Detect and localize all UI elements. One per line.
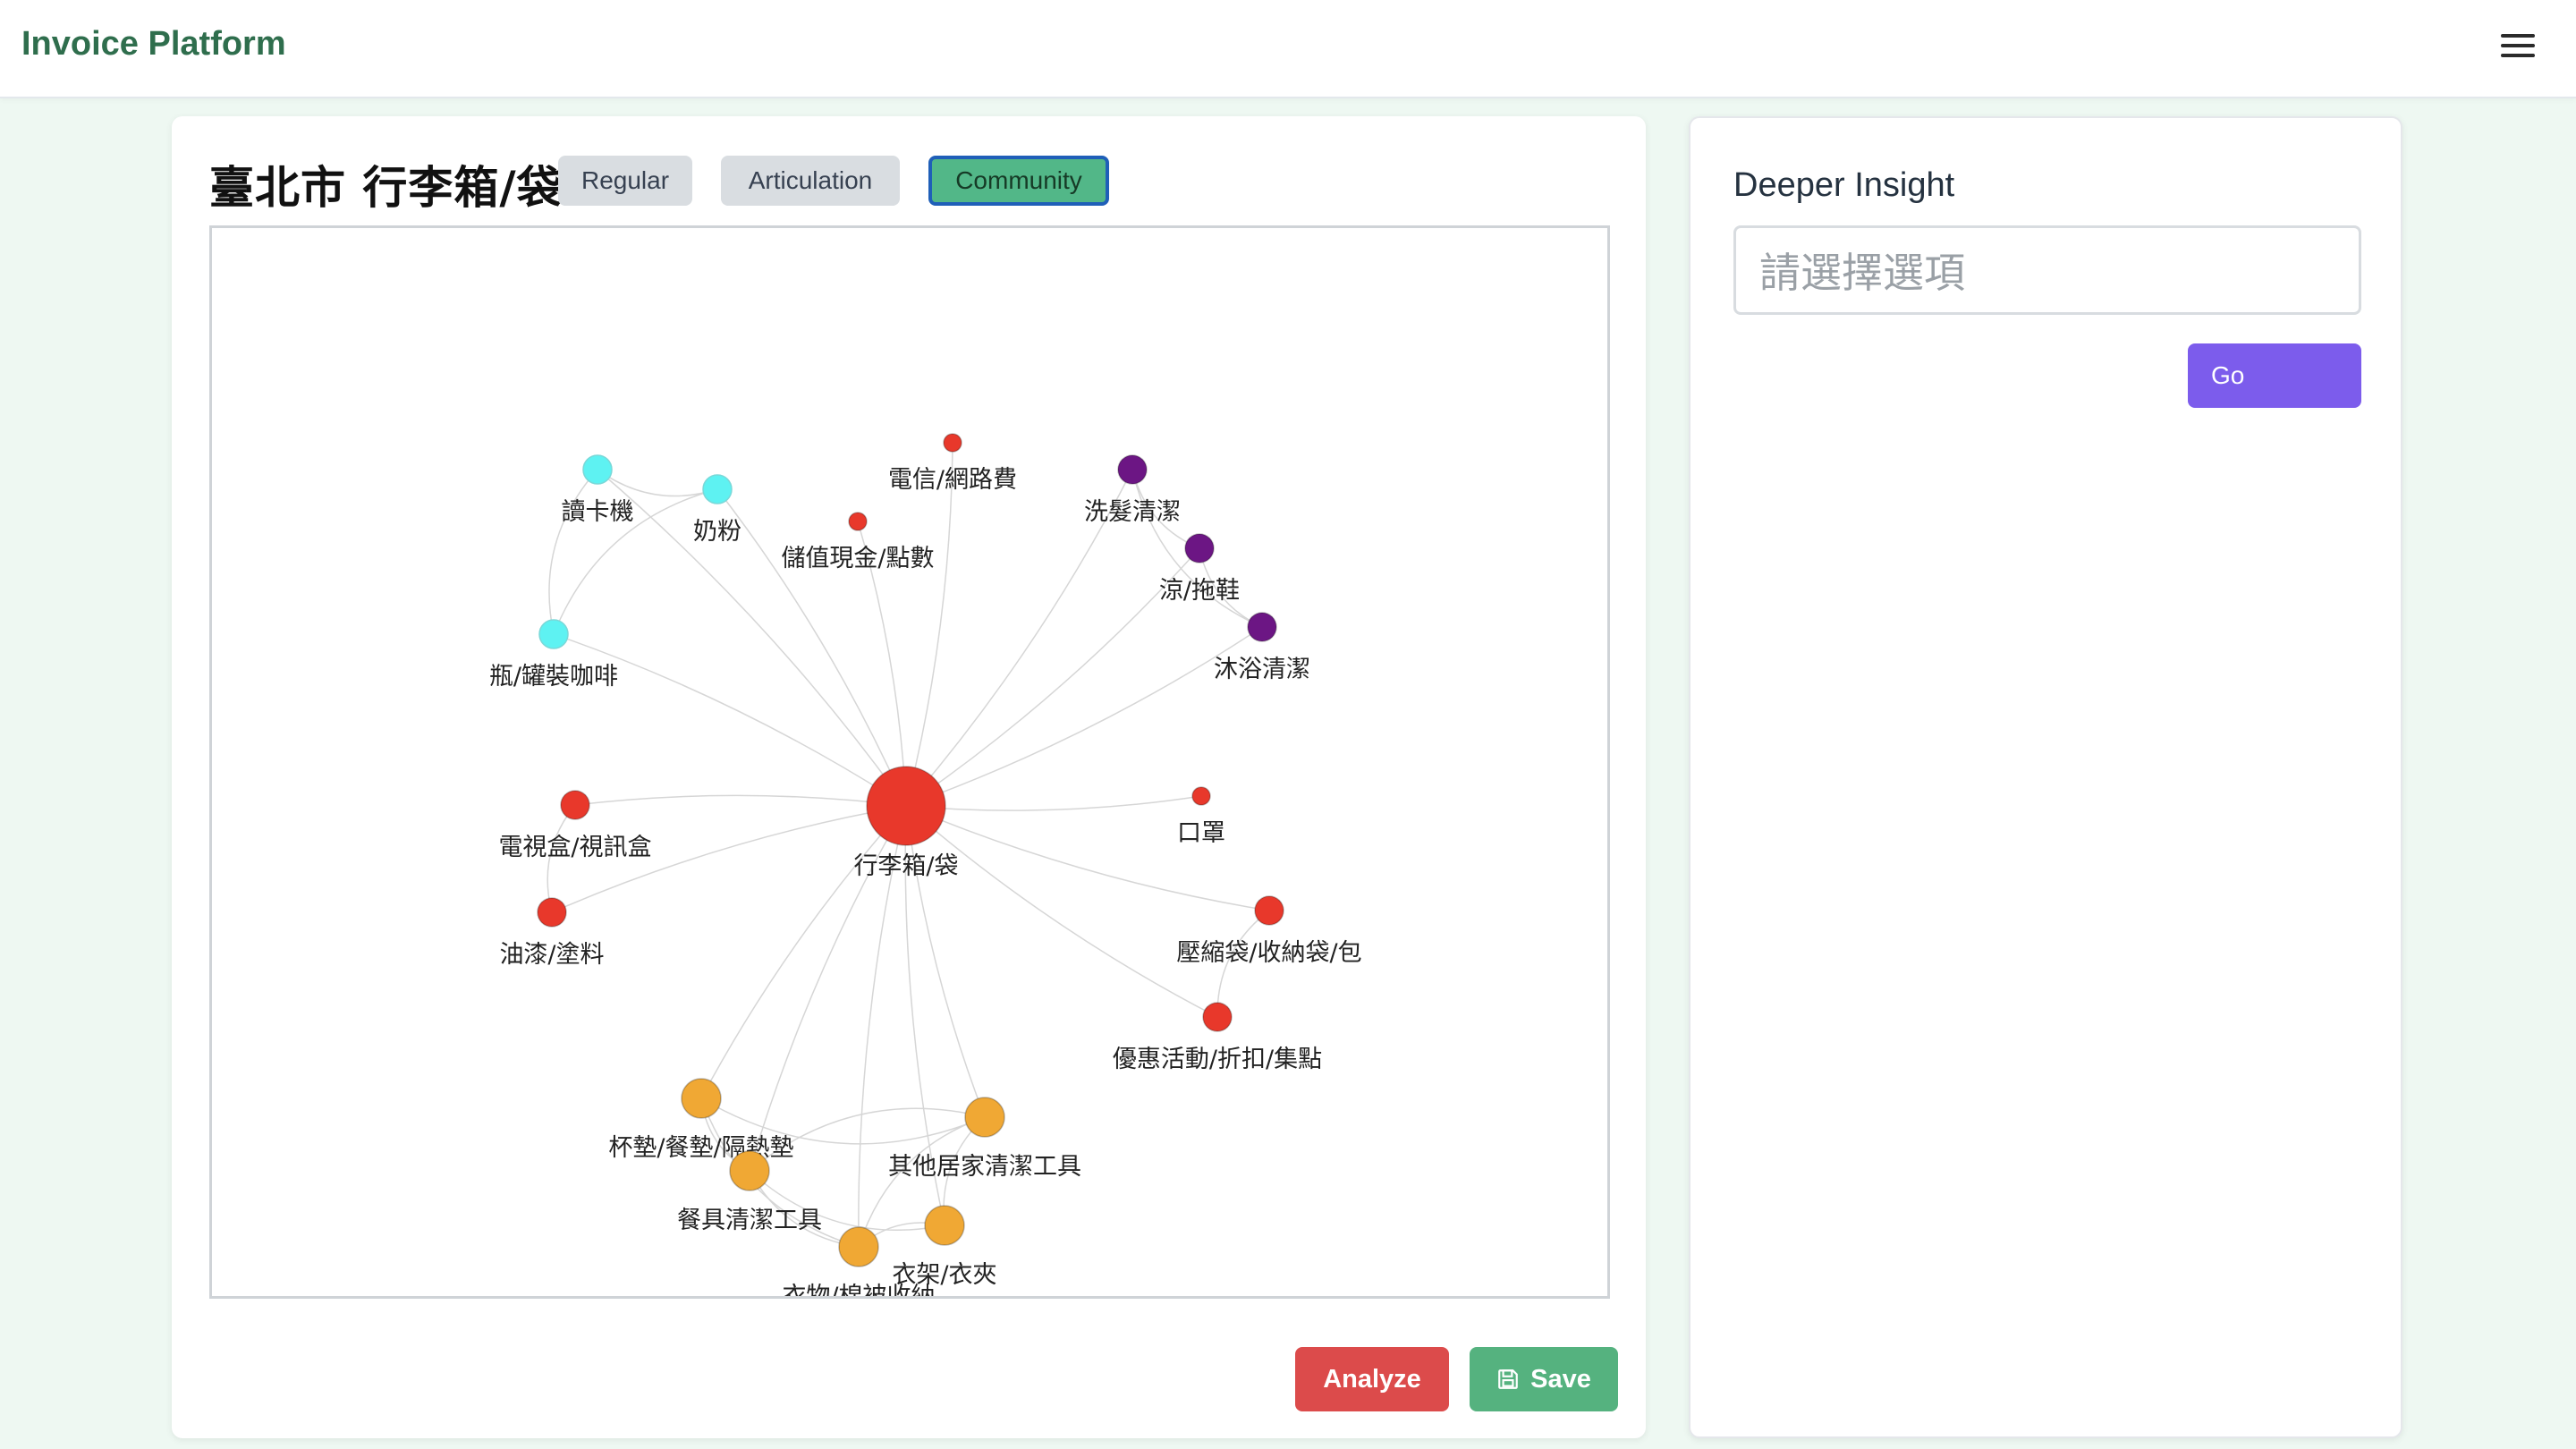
graph-node-circle[interactable] bbox=[538, 619, 569, 649]
go-button[interactable]: Go bbox=[2188, 343, 2361, 408]
graph-node[interactable]: 杯墊/餐墊/隔熱墊 bbox=[608, 1078, 794, 1162]
graph-node-label: 儲值現金/點數 bbox=[781, 545, 934, 572]
graph-node[interactable]: 其他居家清潔工具 bbox=[888, 1097, 1081, 1181]
tab-community[interactable]: Community bbox=[928, 156, 1109, 206]
graph-node-circle[interactable] bbox=[1254, 895, 1284, 926]
graph-node-circle[interactable] bbox=[964, 1097, 1005, 1138]
analyze-button[interactable]: Analyze bbox=[1295, 1347, 1449, 1411]
graph-node[interactable]: 讀卡機 bbox=[562, 454, 634, 526]
graph-node[interactable]: 涼/拖鞋 bbox=[1159, 533, 1240, 605]
graph-node-label: 衣物/棉被收納 bbox=[782, 1283, 935, 1296]
graph-edge bbox=[700, 805, 907, 1099]
graph-edge bbox=[574, 794, 907, 807]
graph-node-label: 壓縮袋/收納袋/包 bbox=[1176, 939, 1361, 967]
graph-edge bbox=[553, 633, 907, 807]
graph-edge bbox=[905, 547, 1200, 807]
graph-node-label: 涼/拖鞋 bbox=[1159, 577, 1240, 605]
graph-node-label: 油漆/塗料 bbox=[499, 941, 604, 969]
graph-node[interactable]: 瓶/罐裝咖啡 bbox=[489, 619, 618, 691]
graph-node-label: 其他居家清潔工具 bbox=[888, 1153, 1081, 1181]
graph-node-circle[interactable] bbox=[838, 1226, 879, 1267]
graph-node-circle[interactable] bbox=[1117, 454, 1148, 485]
graph-node-label: 行李箱/袋 bbox=[853, 852, 958, 880]
graph-node[interactable]: 壓縮袋/收納袋/包 bbox=[1176, 895, 1362, 967]
graph-node-circle[interactable] bbox=[560, 790, 590, 820]
graph-node-label: 瓶/罐裝咖啡 bbox=[489, 663, 618, 691]
graph-node[interactable]: 餐具清潔工具 bbox=[677, 1150, 822, 1234]
graph-node-circle[interactable] bbox=[866, 766, 946, 846]
save-button[interactable]: Save bbox=[1470, 1347, 1618, 1411]
graph-card: 臺北市 行李箱/袋 Regular Articulation Community… bbox=[172, 116, 1646, 1438]
graph-node-circle[interactable] bbox=[848, 512, 868, 531]
graph-node-circle[interactable] bbox=[537, 897, 567, 928]
graph-edge bbox=[905, 805, 1218, 1018]
graph-edge bbox=[548, 469, 598, 635]
graph-node-label: 讀卡機 bbox=[562, 498, 634, 526]
graph-node-circle[interactable] bbox=[924, 1205, 965, 1246]
page-title: 臺北市 行李箱/袋 bbox=[209, 162, 563, 214]
graph-node-label: 洗髮清潔 bbox=[1084, 498, 1181, 526]
graph-node-label: 沐浴清潔 bbox=[1214, 656, 1310, 683]
graph-node-circle[interactable] bbox=[729, 1150, 770, 1191]
graph-node[interactable]: 奶粉 bbox=[693, 474, 741, 546]
graph-node-label: 優惠活動/折扣/集點 bbox=[1113, 1046, 1322, 1073]
graph-edge bbox=[905, 626, 1263, 807]
graph-node[interactable]: 洗髮清潔 bbox=[1084, 454, 1181, 526]
top-navbar: Invoice Platform bbox=[0, 0, 2576, 98]
graph-edge bbox=[716, 488, 907, 807]
graph-nodes: 行李箱/袋 讀卡機奶粉瓶/罐裝咖啡 電信/網路費儲值現金/點數 洗髮清潔涼/拖鞋沐浴清… bbox=[489, 433, 1362, 1296]
insight-card: Deeper Insight 請選擇選項 Go bbox=[1689, 116, 2402, 1438]
graph-node-label: 電信/網路費 bbox=[888, 466, 1017, 494]
graph-node-circle[interactable] bbox=[1202, 1002, 1233, 1032]
insight-title: Deeper Insight bbox=[1733, 166, 1955, 204]
graph-node-circle[interactable] bbox=[702, 474, 733, 504]
tab-articulation[interactable]: Articulation bbox=[721, 156, 900, 206]
graph-edge bbox=[905, 442, 953, 807]
network-graph-canvas[interactable]: 行李箱/袋 讀卡機奶粉瓶/罐裝咖啡 電信/網路費儲值現金/點數 洗髮清潔涼/拖鞋沐浴清… bbox=[212, 228, 1607, 1296]
graph-node-label: 電視盒/視訊盒 bbox=[498, 834, 651, 861]
hamburger-menu-icon[interactable] bbox=[2501, 32, 2535, 59]
insight-select[interactable]: 請選擇選項 bbox=[1733, 225, 2361, 315]
graph-node[interactable]: 儲值現金/點數 bbox=[781, 512, 935, 572]
graph-node-label: 口罩 bbox=[1177, 819, 1225, 847]
graph-node-circle[interactable] bbox=[1184, 533, 1215, 564]
graph-node-label: 餐具清潔工具 bbox=[677, 1207, 822, 1234]
save-button-label: Save bbox=[1530, 1364, 1591, 1394]
analyze-button-label: Analyze bbox=[1323, 1364, 1421, 1394]
graph-node-label: 杯墊/餐墊/隔熱墊 bbox=[608, 1134, 793, 1162]
graph-node-circle[interactable] bbox=[1247, 612, 1277, 642]
network-graph[interactable]: 行李箱/袋 讀卡機奶粉瓶/罐裝咖啡 電信/網路費儲值現金/點數 洗髮清潔涼/拖鞋沐浴清… bbox=[209, 225, 1610, 1299]
graph-node[interactable]: 沐浴清潔 bbox=[1214, 612, 1310, 683]
graph-edge bbox=[597, 469, 718, 497]
graph-node[interactable]: 電視盒/視訊盒 bbox=[498, 790, 652, 861]
graph-node[interactable]: 油漆/塗料 bbox=[499, 897, 605, 969]
app-brand[interactable]: Invoice Platform bbox=[21, 25, 286, 64]
graph-node-circle[interactable] bbox=[943, 433, 962, 453]
graph-edge bbox=[905, 795, 1202, 811]
floppy-disk-icon bbox=[1498, 1369, 1518, 1389]
graph-node-circle[interactable] bbox=[681, 1078, 722, 1119]
graph-node-circle[interactable] bbox=[1191, 786, 1211, 806]
tab-regular[interactable]: Regular bbox=[558, 156, 692, 206]
graph-node[interactable]: 口罩 bbox=[1177, 786, 1225, 847]
graph-node[interactable]: 優惠活動/折扣/集點 bbox=[1113, 1002, 1322, 1073]
graph-node[interactable]: 衣架/衣夾 bbox=[892, 1205, 997, 1289]
graph-node-label: 奶粉 bbox=[693, 518, 741, 546]
graph-node-circle[interactable] bbox=[582, 454, 613, 485]
